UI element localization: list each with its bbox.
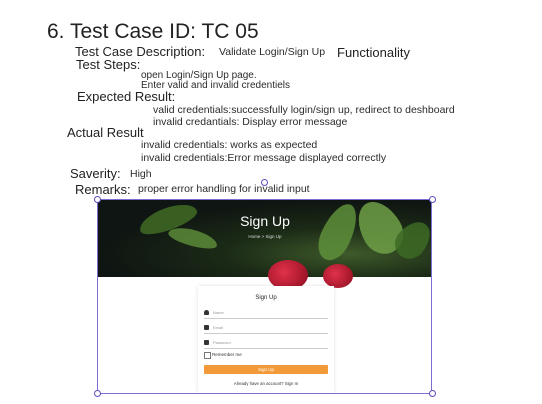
actual-item: invalid credentials: works as expected — [141, 139, 318, 151]
steps-label: Test Steps: — [76, 57, 141, 72]
severity-value: High — [130, 168, 152, 180]
actual-item: invalid credentials:Error message displa… — [141, 152, 387, 164]
resize-handle[interactable] — [429, 390, 436, 397]
remarks-value: proper error handling for invalid input — [138, 183, 310, 195]
test-case-heading: 6. Test Case ID: TC 05 — [47, 20, 259, 43]
description-value: Validate Login/Sign Up — [219, 46, 326, 58]
rotate-handle[interactable] — [261, 179, 268, 186]
resize-handle[interactable] — [429, 196, 436, 203]
selection-frame — [97, 199, 432, 394]
remarks-label: Remarks: — [75, 182, 131, 197]
actual-label: Actual Result — [67, 125, 144, 140]
description-suffix: Functionality — [337, 45, 410, 60]
resize-handle[interactable] — [94, 390, 101, 397]
resize-handle[interactable] — [94, 196, 101, 203]
severity-label: Saverity: — [70, 166, 121, 181]
expected-item: valid credentials:successfully login/sig… — [153, 104, 455, 116]
expected-label: Expected Result: — [77, 89, 176, 104]
expected-item: invalid credantials: Display error messa… — [153, 116, 348, 128]
